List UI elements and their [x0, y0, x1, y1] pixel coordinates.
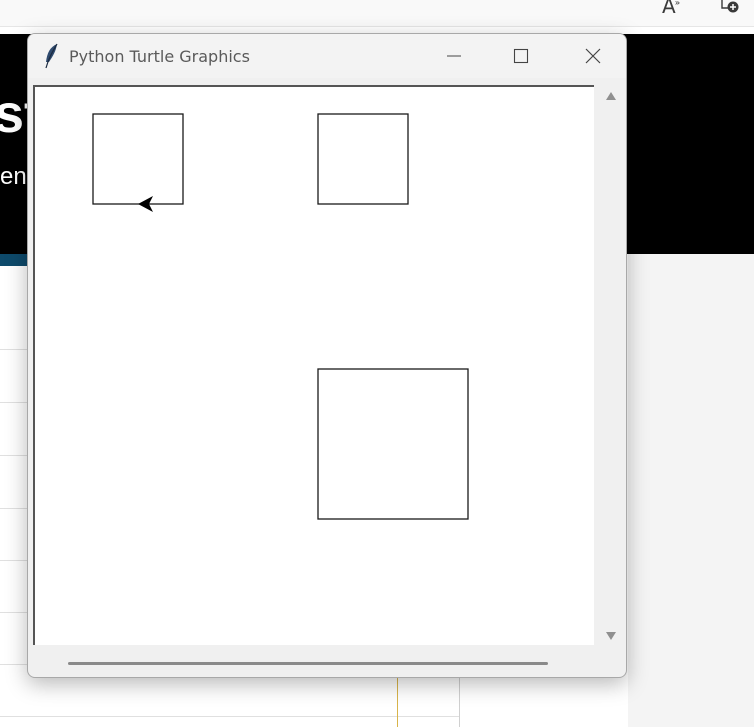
list-row-divider: [0, 349, 28, 350]
minimize-button[interactable]: [431, 34, 477, 78]
hero-accent-bar: [0, 254, 28, 266]
feather-icon: [44, 43, 60, 69]
vertical-scrollbar[interactable]: [598, 85, 622, 647]
square-top-right: [317, 113, 409, 205]
turtle-canvas[interactable]: [33, 85, 594, 645]
maximize-icon: [513, 48, 529, 64]
horizontal-scroll-thumb[interactable]: [68, 662, 548, 665]
hero-subtitle: en: [0, 163, 27, 190]
horizontal-scrollbar[interactable]: [33, 650, 594, 674]
column-divider: [459, 678, 460, 727]
square-large: [317, 368, 469, 520]
list-row-divider: [0, 716, 460, 717]
scroll-up-arrow-icon[interactable]: [605, 91, 617, 101]
close-button[interactable]: [570, 34, 616, 78]
page-side-panel: [628, 254, 754, 727]
scroll-down-arrow-icon[interactable]: [605, 631, 617, 641]
list-row-divider: [0, 664, 28, 665]
list-row-divider: [0, 508, 28, 509]
list-row-divider: [0, 402, 28, 403]
close-icon: [585, 48, 601, 64]
window-titlebar[interactable]: Python Turtle Graphics: [28, 34, 626, 78]
column-divider: [397, 678, 398, 727]
list-row-divider: [0, 612, 28, 613]
list-row-divider: [0, 560, 28, 561]
turtle-drawing: [92, 113, 469, 520]
square-top-left: [92, 113, 184, 205]
maximize-button[interactable]: [498, 34, 544, 78]
turtle-window: Python Turtle Graphics: [27, 33, 627, 678]
minimize-icon: [447, 55, 461, 57]
window-title: Python Turtle Graphics: [69, 47, 250, 66]
list-row-divider: [0, 455, 28, 456]
add-favorite-icon[interactable]: [714, 0, 740, 14]
browser-toolbar: A»: [0, 0, 754, 27]
read-aloud-icon[interactable]: A»: [662, 0, 680, 18]
